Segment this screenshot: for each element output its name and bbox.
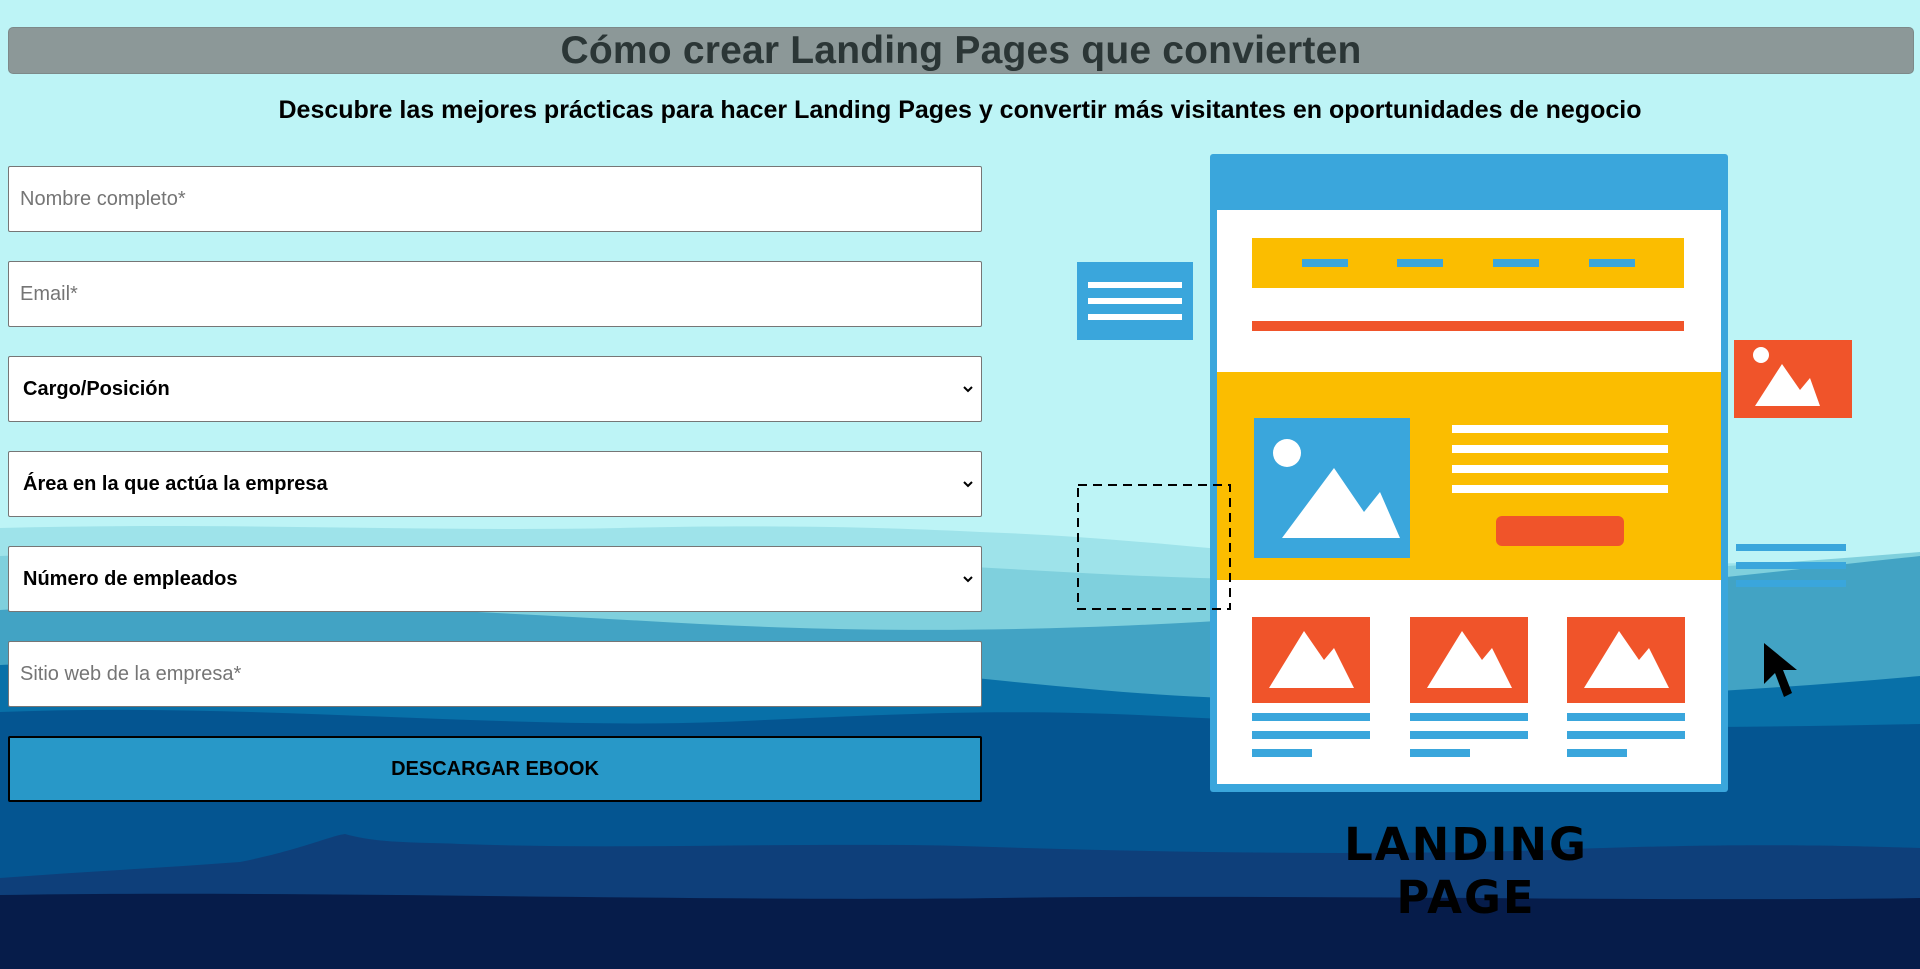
- email-input[interactable]: [9, 262, 981, 326]
- text-lines-icon: [1736, 544, 1846, 587]
- page-subtitle: Descubre las mejores prácticas para hace…: [278, 96, 1642, 124]
- text-card-icon: [1077, 262, 1193, 340]
- industry-select-value: Área en la que actúa la empresa: [23, 472, 328, 495]
- thumbnail-image-icon: [1567, 617, 1685, 757]
- landing-page-caption: LANDING PAGE: [1344, 818, 1588, 924]
- thumbnail-image-icon: [1252, 617, 1370, 757]
- page-title-bar: Cómo crear Landing Pages que convierten: [8, 27, 1914, 74]
- page-title: Cómo crear Landing Pages que convierten: [560, 28, 1362, 72]
- employees-select[interactable]: Número de empleados: [8, 546, 982, 612]
- role-select[interactable]: Cargo/Posición: [8, 356, 982, 422]
- chevron-down-icon: [963, 481, 973, 488]
- industry-select[interactable]: Área en la que actúa la empresa: [8, 451, 982, 517]
- full-name-input[interactable]: [9, 167, 981, 231]
- email-field: [8, 261, 982, 327]
- website-input[interactable]: [9, 642, 981, 706]
- chevron-down-icon: [963, 576, 973, 583]
- landing-page-illustration: [1077, 154, 1852, 792]
- thumbnail-image-icon: [1410, 617, 1528, 757]
- chevron-down-icon: [963, 386, 973, 393]
- image-card-icon: [1734, 340, 1852, 418]
- website-field: [8, 641, 982, 707]
- full-name-field: [8, 166, 982, 232]
- download-ebook-button[interactable]: DESCARGAR EBOOK: [8, 736, 982, 802]
- cursor-icon: [1764, 643, 1797, 697]
- hero-image-icon: [1254, 418, 1410, 558]
- employees-select-value: Número de empleados: [23, 567, 238, 590]
- role-select-value: Cargo/Posición: [23, 377, 170, 400]
